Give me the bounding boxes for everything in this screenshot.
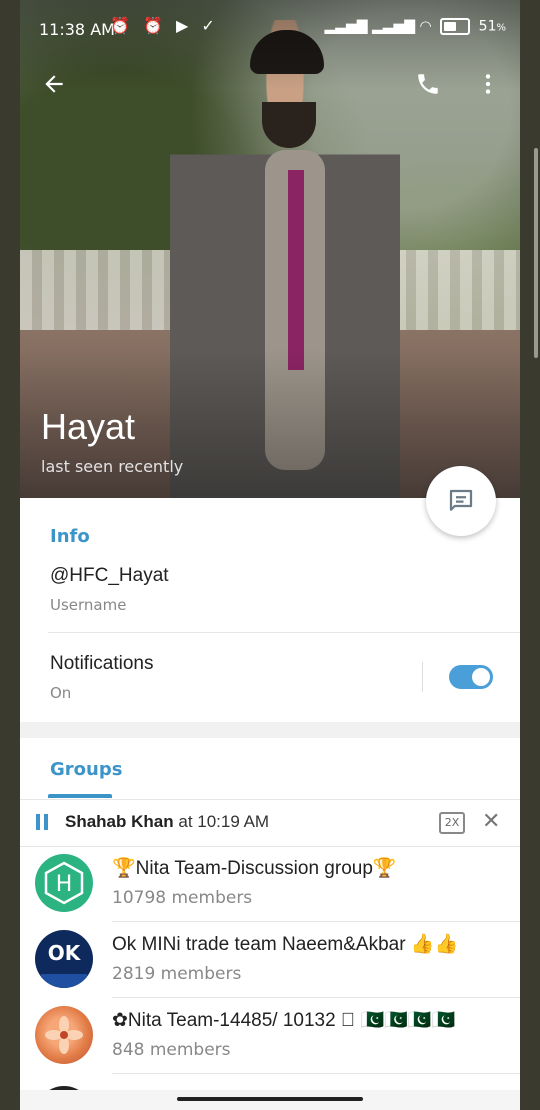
signal-icon: ▂▃▅▇ ▂▃▅▇ (324, 18, 416, 35)
avatar: OK (35, 930, 93, 988)
gesture-bar (20, 1090, 520, 1110)
svg-text:OK: OK (48, 941, 82, 965)
home-indicator[interactable] (177, 1097, 363, 1101)
list-item[interactable]: OK Ok MINi trade team Naeem&Akbar 👍👍 281… (20, 922, 520, 998)
username-value[interactable]: @HFC_Hayat (50, 565, 169, 587)
phone-icon (418, 74, 438, 94)
notifications-label[interactable]: Notifications (50, 653, 154, 675)
okmini-logo-icon: OK (41, 941, 87, 988)
pause-icon[interactable] (36, 814, 48, 830)
group-name: 🏆Nita Team-Discussion group🏆 (112, 858, 397, 879)
username-label: Username (50, 596, 127, 614)
list-item[interactable]: H 🏆Nita Team-Discussion group🏆 10798 mem… (20, 846, 520, 922)
notifications-toggle[interactable] (449, 665, 493, 689)
toggle-separator (422, 662, 423, 692)
message-icon (449, 489, 473, 511)
tab-groups-indicator (48, 794, 112, 798)
profile-name: Hayat (41, 406, 136, 447)
section-gap (20, 722, 520, 738)
status-bar: 11:38 AM ⏰ ⏰ ▶ ✓ ▂▃▅▇ ▂▃▅▇ ◠ 51% (20, 12, 520, 48)
list-item[interactable]: ✿Nita Team-14485/ 10132 ⃣ 🇵🇰🇵🇰🇵🇰🇵🇰 848 m… (20, 998, 520, 1074)
battery-icon (440, 18, 471, 35)
status-right: ▂▃▅▇ ▂▃▅▇ ◠ 51% (324, 18, 506, 35)
flower-icon (45, 1016, 83, 1054)
group-name: ✿Nita Team-14485/ 10132 ⃣ 🇵🇰🇵🇰🇵🇰🇵🇰 (112, 1010, 456, 1031)
notifications-state: On (50, 684, 72, 702)
toggle-knob (472, 668, 490, 686)
player-sender: Shahab Khan (65, 812, 174, 831)
right-edge (520, 0, 540, 1110)
message-button[interactable] (426, 466, 496, 536)
more-button[interactable] (470, 66, 506, 102)
back-button[interactable] (36, 66, 72, 102)
player-title: Shahab Khan at 10:19 AM (65, 812, 269, 832)
group-members: 10798 members (112, 888, 253, 908)
avatar (35, 1006, 93, 1064)
side-handle (534, 148, 538, 358)
close-icon[interactable]: ✕ (482, 809, 500, 834)
last-seen-status: last seen recently (41, 457, 184, 476)
group-members: 848 members (112, 1040, 231, 1060)
call-button[interactable] (410, 66, 446, 102)
avatar: H (35, 854, 93, 912)
group-name: Ok MINi trade team Naeem&Akbar 👍👍 (112, 934, 459, 955)
svg-text:H: H (56, 872, 73, 897)
profile-screen: 11:38 AM ⏰ ⏰ ▶ ✓ ▂▃▅▇ ▂▃▅▇ ◠ 51% Hayat l… (20, 0, 520, 1110)
left-edge (0, 0, 20, 1110)
group-members: 2819 members (112, 964, 242, 984)
player-time: at 10:19 AM (178, 812, 270, 831)
back-arrow-icon (45, 75, 63, 93)
battery-level: 51 (478, 18, 497, 35)
status-time: 11:38 AM (39, 20, 115, 39)
info-section-title: Info (50, 526, 90, 547)
voice-player-bar[interactable]: Shahab Khan at 10:19 AM 2X ✕ (20, 799, 520, 847)
playback-speed-button[interactable]: 2X (439, 812, 465, 834)
battery-suffix: % (496, 22, 506, 34)
wifi-icon: ◠ (419, 18, 432, 35)
tab-groups[interactable]: Groups (50, 759, 122, 780)
hexagon-logo-icon: H (44, 861, 84, 905)
info-divider (48, 632, 520, 633)
notification-icons: ⏰ ⏰ ▶ ✓ (110, 16, 219, 35)
more-vertical-icon (485, 74, 491, 94)
list-item[interactable] (20, 1074, 520, 1110)
